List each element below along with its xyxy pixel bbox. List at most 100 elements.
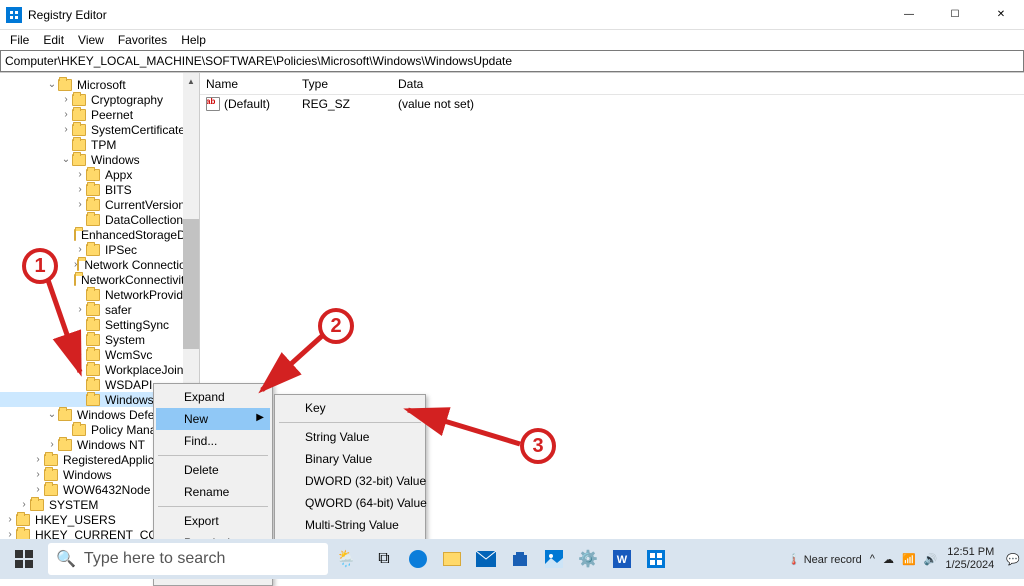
address-text: Computer\HKEY_LOCAL_MACHINE\SOFTWARE\Pol…	[5, 54, 512, 68]
maximize-button[interactable]: ☐	[932, 0, 978, 30]
tray-chevron-icon[interactable]: ^	[870, 553, 875, 565]
ctx-find[interactable]: Find...	[156, 430, 270, 452]
folder-icon	[86, 289, 100, 301]
folder-icon	[30, 499, 44, 511]
tree-item-system[interactable]: System	[0, 332, 199, 347]
folder-icon	[86, 244, 100, 256]
tree-item-currentversion[interactable]: ›CurrentVersion	[0, 197, 199, 212]
expand-toggle-icon[interactable]: ›	[74, 184, 86, 195]
ctx-new-multistring[interactable]: Multi-String Value	[277, 514, 423, 536]
folder-icon	[44, 454, 58, 466]
expand-toggle-icon[interactable]: ⌄	[46, 409, 58, 420]
word-icon[interactable]: W	[608, 545, 636, 573]
taskbar-search[interactable]: 🔍 Type here to search	[48, 543, 328, 575]
expand-toggle-icon[interactable]: ›	[32, 454, 44, 465]
tree-item-tpm[interactable]: TPM	[0, 137, 199, 152]
settings-icon[interactable]: ⚙️	[574, 545, 602, 573]
menu-file[interactable]: File	[4, 31, 35, 49]
tree-item-label: Peernet	[89, 108, 135, 122]
col-name[interactable]: Name	[200, 77, 296, 91]
tree-item-bits[interactable]: ›BITS	[0, 182, 199, 197]
onedrive-icon[interactable]: ☁	[883, 553, 894, 566]
expand-toggle-icon[interactable]: ›	[60, 94, 72, 105]
menu-help[interactable]: Help	[175, 31, 212, 49]
clock[interactable]: 12:51 PM 1/25/2024	[945, 546, 994, 572]
ctx-new-key[interactable]: Key	[277, 397, 423, 419]
tree-item-systemcertificates[interactable]: ›SystemCertificates	[0, 122, 199, 137]
ctx-new[interactable]: New▶	[156, 408, 270, 430]
ctx-rename[interactable]: Rename	[156, 481, 270, 503]
expand-toggle-icon[interactable]: ›	[4, 514, 16, 525]
menu-view[interactable]: View	[72, 31, 110, 49]
expand-toggle-icon[interactable]: ›	[74, 169, 86, 180]
photos-icon[interactable]	[540, 545, 568, 573]
expand-toggle-icon[interactable]: ⌄	[60, 154, 72, 165]
expand-toggle-icon[interactable]: ›	[32, 469, 44, 480]
expand-toggle-icon[interactable]: ⌄	[46, 79, 58, 90]
ctx-new-string[interactable]: String Value	[277, 426, 423, 448]
tree-item-label: Windows	[61, 468, 114, 482]
tree-item-datacollection[interactable]: DataCollection	[0, 212, 199, 227]
regedit-icon[interactable]	[642, 545, 670, 573]
weather-widget[interactable]: 🌡️ Near record	[787, 553, 862, 566]
close-button[interactable]: ✕	[978, 0, 1024, 30]
minimize-button[interactable]: —	[886, 0, 932, 30]
tree-item-safer[interactable]: ›safer	[0, 302, 199, 317]
tree-item-label: EnhancedStorageDevices	[79, 228, 199, 242]
tree-item-peernet[interactable]: › Peernet	[0, 107, 199, 122]
folder-icon	[74, 229, 76, 241]
scroll-up-button[interactable]: ▲	[183, 73, 199, 89]
notifications-icon[interactable]: 💬	[1006, 553, 1020, 566]
menu-favorites[interactable]: Favorites	[112, 31, 173, 49]
expand-toggle-icon[interactable]: ›	[32, 484, 44, 495]
col-data[interactable]: Data	[392, 77, 592, 91]
menu-edit[interactable]: Edit	[37, 31, 70, 49]
expand-toggle-icon[interactable]: ›	[74, 199, 86, 210]
ctx-export[interactable]: Export	[156, 510, 270, 532]
tree-item-label: WorkplaceJoin	[103, 363, 185, 377]
volume-icon[interactable]: 🔊	[924, 553, 938, 566]
expand-toggle-icon[interactable]: ›	[74, 244, 86, 255]
edge-icon[interactable]	[404, 545, 432, 573]
tree-item-settingsync[interactable]: SettingSync	[0, 317, 199, 332]
store-icon[interactable]	[506, 545, 534, 573]
ctx-new-binary[interactable]: Binary Value	[277, 448, 423, 470]
list-row[interactable]: (Default) REG_SZ (value not set)	[200, 95, 1024, 113]
tree-item-label: WOW6432Node	[61, 483, 152, 497]
expand-toggle-icon[interactable]: ›	[60, 124, 72, 135]
start-button[interactable]	[4, 543, 44, 575]
task-view-icon[interactable]: ⧉	[370, 545, 398, 573]
search-placeholder: Type here to search	[84, 550, 225, 568]
expand-toggle-icon[interactable]: ›	[60, 109, 72, 120]
explorer-icon[interactable]	[438, 545, 466, 573]
expand-toggle-icon[interactable]: ›	[18, 499, 30, 510]
address-bar[interactable]: Computer\HKEY_LOCAL_MACHINE\SOFTWARE\Pol…	[0, 50, 1024, 72]
ctx-delete[interactable]: Delete	[156, 459, 270, 481]
titlebar: Registry Editor — ☐ ✕	[0, 0, 1024, 30]
tree-item-enhancedstoragedevices[interactable]: EnhancedStorageDevices	[0, 227, 199, 242]
submenu-arrow-icon: ▶	[256, 412, 264, 423]
tree-item-microsoft[interactable]: ⌄Microsoft	[0, 77, 199, 92]
expand-toggle-icon[interactable]: ›	[74, 304, 86, 315]
col-type[interactable]: Type	[296, 77, 392, 91]
tree-item-windows[interactable]: ⌄Windows	[0, 152, 199, 167]
tree-item-wcmsvc[interactable]: ›WcmSvc	[0, 347, 199, 362]
tree-item-cryptography[interactable]: ›Cryptography	[0, 92, 199, 107]
mail-icon[interactable]	[472, 545, 500, 573]
expand-toggle-icon[interactable]: ›	[4, 529, 16, 539]
tree-item-appx[interactable]: ›Appx	[0, 167, 199, 182]
widgets-icon[interactable]: 🌦️	[332, 545, 360, 573]
ctx-expand[interactable]: Expand	[156, 386, 270, 408]
folder-icon	[58, 409, 72, 421]
expand-toggle-icon[interactable]: ›	[46, 439, 58, 450]
tree-item-label: DataCollection	[103, 213, 185, 227]
scroll-thumb[interactable]	[183, 219, 199, 349]
expand-toggle-icon[interactable]: ›	[74, 349, 86, 360]
folder-icon	[58, 79, 72, 91]
network-icon[interactable]: 📶	[902, 553, 916, 566]
ctx-new-qword[interactable]: QWORD (64-bit) Value	[277, 492, 423, 514]
ctx-new-dword[interactable]: DWORD (32-bit) Value	[277, 470, 423, 492]
menubar: File Edit View Favorites Help	[0, 30, 1024, 50]
tree-item-networkprovider[interactable]: NetworkProvider	[0, 287, 199, 302]
tree-item-workplacejoin[interactable]: WorkplaceJoin	[0, 362, 199, 377]
